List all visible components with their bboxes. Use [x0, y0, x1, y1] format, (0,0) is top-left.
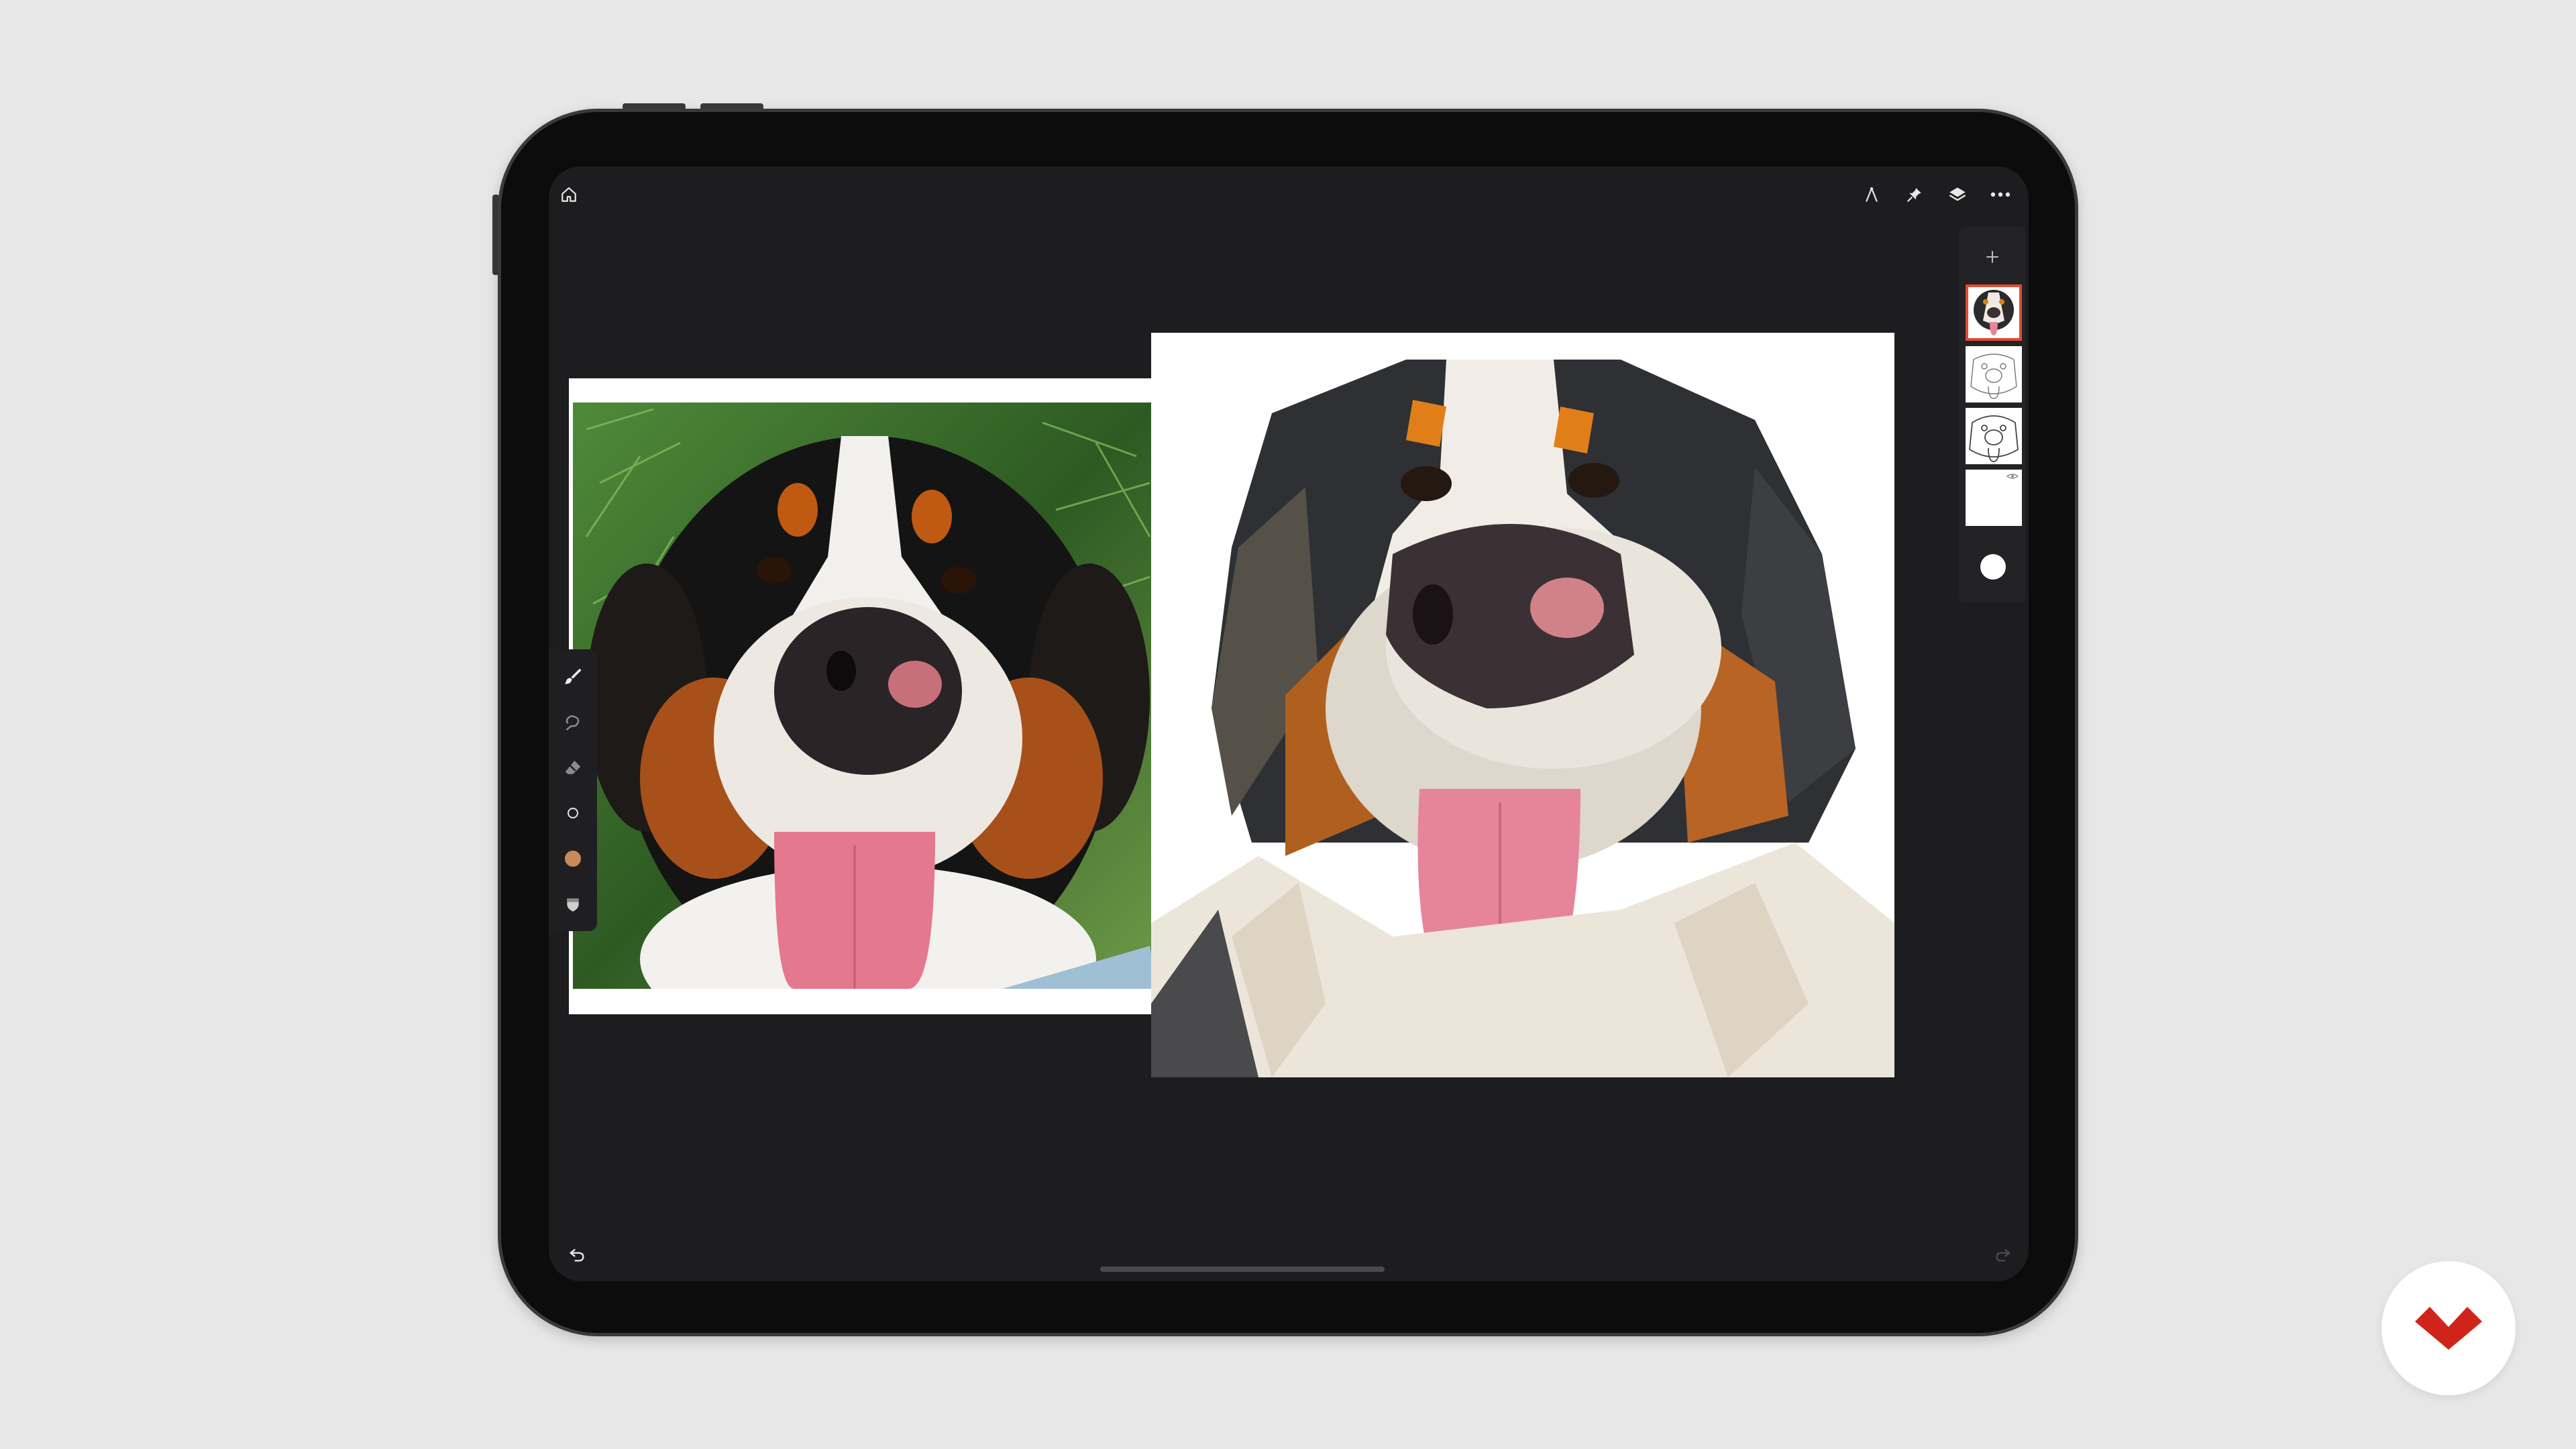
brand-badge[interactable]: [2381, 1261, 2516, 1395]
app-screen: [549, 166, 2029, 1281]
eraser-tool[interactable]: [555, 750, 590, 785]
more-icon[interactable]: [1987, 181, 2014, 208]
smudge-tool[interactable]: [555, 704, 590, 739]
pin-icon[interactable]: [1901, 181, 1928, 208]
brush-size[interactable]: [555, 796, 590, 830]
smudge-icon: [566, 715, 580, 731]
layer-thumb-4[interactable]: [1966, 470, 2022, 526]
layers-icon[interactable]: [1944, 181, 1971, 208]
reference-photo-card[interactable]: [569, 378, 1178, 1014]
brush-icon: [564, 668, 582, 684]
undo-button[interactable]: [561, 1238, 593, 1271]
eraser-icon: [565, 761, 581, 774]
circle-icon: [568, 808, 578, 818]
color-dot[interactable]: [1980, 554, 2006, 580]
swatch-icon: [565, 851, 581, 867]
tool-strip: [549, 649, 597, 931]
home-indicator[interactable]: [1100, 1267, 1385, 1272]
redo-button[interactable]: [1987, 1238, 2019, 1271]
brand-logo-icon: [2415, 1307, 2482, 1350]
scene: [0, 0, 2576, 1449]
undo-icon: [570, 1248, 584, 1262]
plus-icon: [1986, 251, 1998, 263]
compass-icon[interactable]: [1858, 181, 1885, 208]
shield-icon: [567, 898, 579, 912]
layer-thumb-1[interactable]: [1966, 284, 2022, 341]
add-layer-button[interactable]: [1959, 240, 2026, 274]
opacity[interactable]: [555, 887, 590, 922]
painting-canvas[interactable]: [1151, 333, 1894, 1077]
color-swatch[interactable]: [555, 841, 590, 876]
brush-tool[interactable]: [555, 659, 590, 694]
layer-thumb-3[interactable]: [1966, 408, 2022, 464]
layers-panel: [1959, 227, 2026, 602]
home-icon[interactable]: [555, 181, 582, 208]
reference-photo: [573, 402, 1157, 989]
layer-thumb-2[interactable]: [1966, 346, 2022, 402]
redo-icon: [1996, 1248, 2010, 1262]
